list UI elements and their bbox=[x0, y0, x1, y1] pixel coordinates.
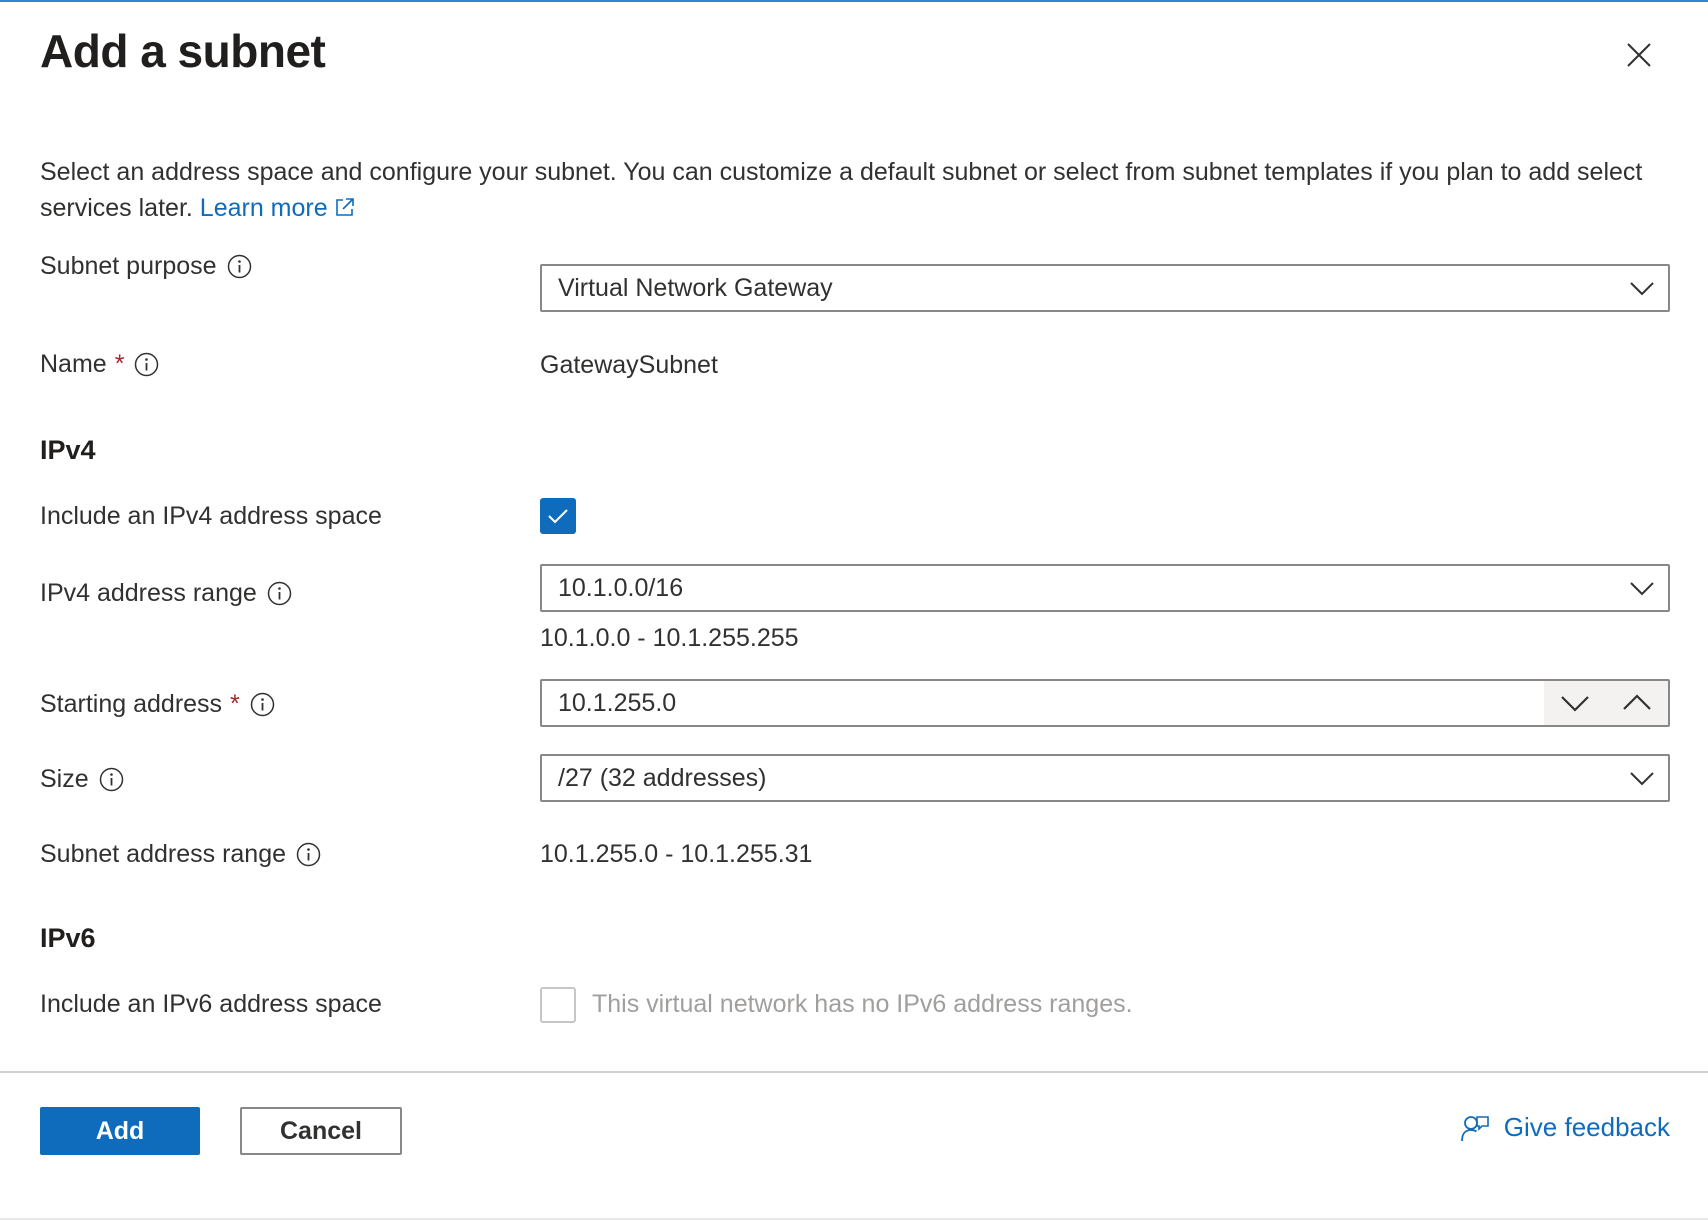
ipv4-range-value: 10.1.0.0/16 bbox=[558, 573, 684, 602]
name-label: Name * bbox=[40, 350, 159, 379]
starting-address-label: Starting address * bbox=[40, 690, 275, 719]
info-icon[interactable] bbox=[99, 767, 124, 792]
ipv6-heading: IPv6 bbox=[40, 923, 96, 953]
size-label-text: Size bbox=[40, 765, 89, 793]
chevron-down-icon bbox=[1630, 772, 1654, 786]
description: Select an address space and configure yo… bbox=[40, 154, 1660, 226]
chevron-down-icon bbox=[1630, 582, 1654, 596]
give-feedback-link[interactable]: Give feedback bbox=[1460, 1112, 1670, 1143]
name-value: GatewaySubnet bbox=[540, 351, 718, 379]
external-link-icon bbox=[335, 198, 354, 216]
info-icon[interactable] bbox=[134, 352, 159, 377]
include-ipv4-label-text: Include an IPv4 address space bbox=[40, 502, 382, 530]
include-ipv4-checkbox[interactable] bbox=[540, 498, 576, 534]
size-value: /27 (32 addresses) bbox=[558, 763, 767, 792]
subnet-purpose-dropdown[interactable]: Virtual Network Gateway bbox=[540, 264, 1670, 312]
include-ipv6-label-text: Include an IPv6 address space bbox=[40, 990, 382, 1018]
close-icon bbox=[1627, 43, 1651, 67]
ipv6-disabled-note: This virtual network has no IPv6 address… bbox=[592, 990, 1133, 1018]
learn-more-link[interactable]: Learn more bbox=[200, 194, 356, 222]
starting-address-label-text: Starting address bbox=[40, 690, 223, 718]
subnet-purpose-label-text: Subnet purpose bbox=[40, 252, 217, 280]
ipv4-range-label: IPv4 address range bbox=[40, 579, 292, 608]
subnet-address-range-label: Subnet address range bbox=[40, 840, 321, 869]
ipv4-range-label-text: IPv4 address range bbox=[40, 579, 257, 607]
page-title: Add a subnet bbox=[40, 25, 326, 77]
cancel-button[interactable]: Cancel bbox=[240, 1107, 402, 1155]
info-icon[interactable] bbox=[227, 254, 252, 279]
subnet-address-range-label-text: Subnet address range bbox=[40, 840, 287, 868]
starting-address-input[interactable]: 10.1.255.0 bbox=[540, 679, 1670, 727]
ipv4-range-span: 10.1.0.0 - 10.1.255.255 bbox=[540, 624, 799, 652]
info-icon[interactable] bbox=[267, 581, 292, 606]
add-button[interactable]: Add bbox=[40, 1107, 200, 1155]
subnet-purpose-label: Subnet purpose bbox=[40, 252, 252, 281]
decrement-button[interactable] bbox=[1544, 681, 1606, 725]
close-button[interactable] bbox=[1616, 32, 1662, 78]
starting-address-spinner bbox=[1544, 681, 1668, 725]
required-marker: * bbox=[230, 690, 240, 718]
learn-more-label: Learn more bbox=[199, 194, 328, 222]
include-ipv6-checkbox bbox=[540, 987, 576, 1023]
feedback-icon bbox=[1460, 1115, 1489, 1141]
include-ipv4-label: Include an IPv4 address space bbox=[40, 502, 382, 531]
give-feedback-label: Give feedback bbox=[1503, 1112, 1670, 1142]
name-label-text: Name bbox=[40, 350, 107, 378]
add-subnet-panel: Add a subnet Select an address space and… bbox=[0, 0, 1708, 1218]
increment-button[interactable] bbox=[1606, 681, 1668, 725]
starting-address-value: 10.1.255.0 bbox=[558, 688, 677, 717]
info-icon[interactable] bbox=[296, 842, 321, 867]
chevron-down-icon bbox=[1561, 696, 1589, 712]
required-marker: * bbox=[114, 350, 125, 378]
size-label: Size bbox=[40, 765, 124, 794]
chevron-up-icon bbox=[1623, 694, 1651, 710]
chevron-down-icon bbox=[1630, 282, 1654, 296]
checkmark-icon bbox=[548, 509, 568, 524]
subnet-address-range-value: 10.1.255.0 - 10.1.255.31 bbox=[540, 840, 813, 868]
size-dropdown[interactable]: /27 (32 addresses) bbox=[540, 754, 1670, 802]
include-ipv6-label: Include an IPv6 address space bbox=[40, 990, 382, 1019]
subnet-purpose-value: Virtual Network Gateway bbox=[558, 273, 833, 302]
footer-divider bbox=[0, 1071, 1708, 1073]
ipv4-heading: IPv4 bbox=[40, 435, 96, 465]
info-icon[interactable] bbox=[250, 692, 275, 717]
ipv4-range-dropdown[interactable]: 10.1.0.0/16 bbox=[540, 564, 1670, 612]
